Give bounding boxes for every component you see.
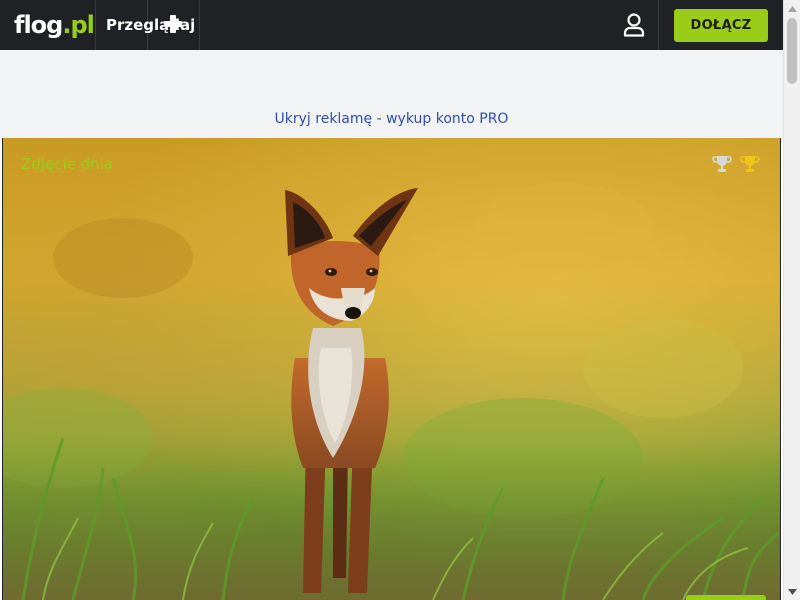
- logo-dot: .: [62, 11, 71, 39]
- scrollbar-thumb[interactable]: [787, 18, 797, 84]
- fox-photo: [3, 138, 780, 600]
- logo-main: flog: [14, 11, 63, 39]
- user-account-button[interactable]: [609, 0, 659, 50]
- scroll-down-arrow-icon[interactable]: [784, 583, 800, 600]
- browse-label: Przeglądaj: [106, 16, 196, 34]
- browse-menu-button[interactable]: Przeglądaj: [96, 0, 195, 50]
- trophy-silver-icon: [712, 156, 732, 172]
- vertical-scrollbar[interactable]: [783, 0, 800, 600]
- top-navigation-bar: flog. pl Przeglądaj DOŁĄCZ: [0, 0, 783, 50]
- hide-ads-pro-link[interactable]: Ukryj reklamę - wykup konto PRO: [0, 111, 783, 127]
- scroll-up-arrow-icon[interactable]: [784, 0, 800, 17]
- award-icons: [712, 155, 760, 173]
- trophy-gold-icon: [740, 156, 760, 172]
- join-button-container: DOŁĄCZ: [659, 0, 783, 50]
- user-icon: [623, 13, 644, 37]
- photo-of-the-day[interactable]: Zdjęcie dnia: [2, 138, 781, 600]
- site-logo[interactable]: flog. pl: [0, 0, 96, 50]
- join-button[interactable]: DOŁĄCZ: [674, 8, 768, 42]
- logo-tld: pl: [70, 11, 94, 39]
- ad-banner-area: Ukryj reklamę - wykup konto PRO: [0, 50, 783, 138]
- photo-action-tab[interactable]: [686, 595, 766, 600]
- photo-of-the-day-label: Zdjęcie dnia: [21, 155, 113, 173]
